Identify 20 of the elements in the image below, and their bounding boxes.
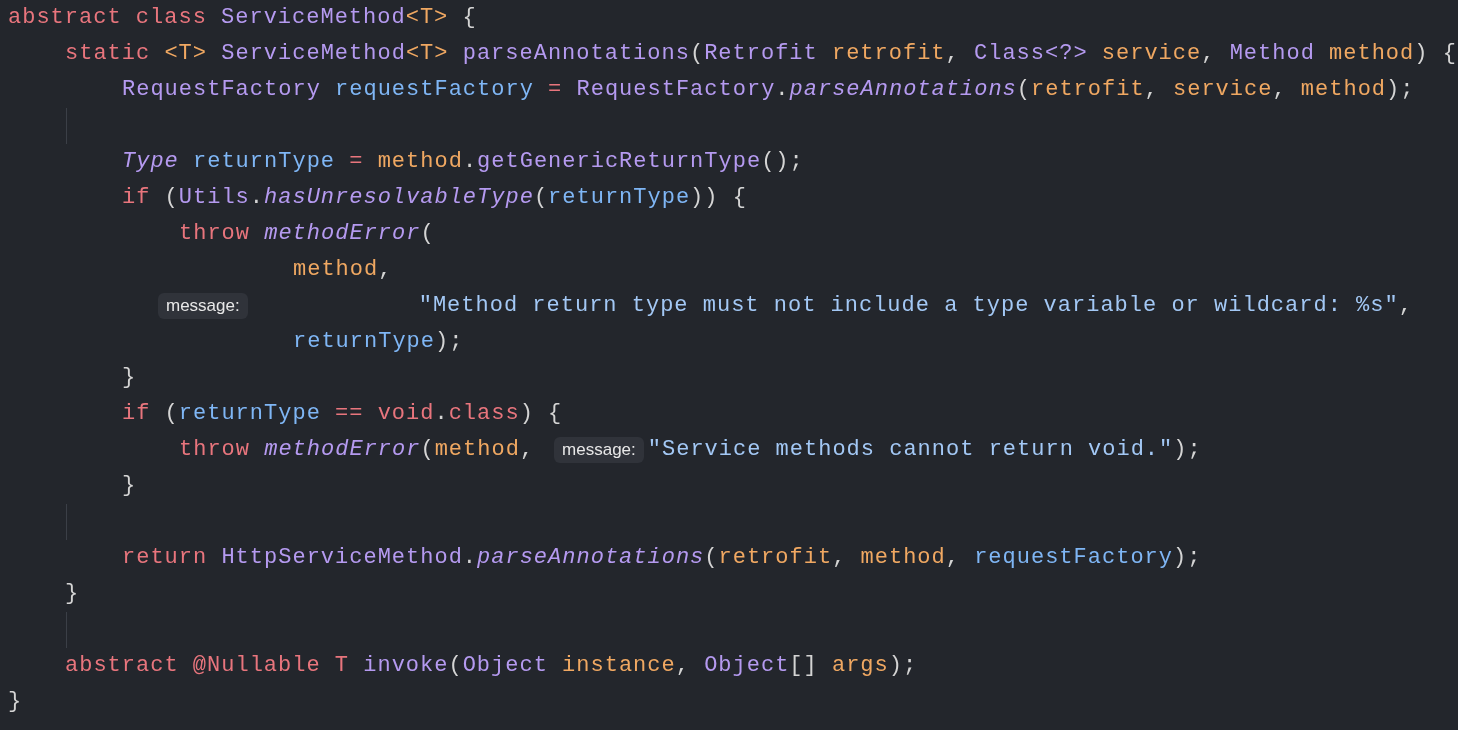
code-text: "Service methods cannot return void."); (647, 436, 1202, 464)
parameter-hint: message: (158, 293, 248, 319)
code-text: if (returnType == void.class) { (121, 400, 563, 428)
code-text: abstract @Nullable T invoke(Object instance, Object[] args); (64, 652, 918, 680)
code-text: abstract class ServiceMethod<T> { (8, 4, 477, 32)
code-text: returnType); (292, 328, 464, 356)
code-text: "Method return type must not include a type variable or wildcard: %s", (417, 292, 1413, 320)
code-text: throw methodError(method, (178, 436, 535, 464)
code-text: } (64, 580, 80, 608)
code-text: } (121, 472, 137, 500)
code-text: } (121, 364, 137, 392)
code-text: return HttpServiceMethod.parseAnnotations(retrofit, method, requestFactory); (121, 544, 1202, 572)
code-text: static <T> ServiceMethod<T> parseAnnotations(Retrofit retrofit, Class<?> service, Method method) { (64, 40, 1457, 68)
code-text: RequestFactory requestFactory = RequestFactory.parseAnnotations(retrofit, service, method); (121, 76, 1415, 104)
code-text: throw methodError( (178, 220, 435, 248)
code-text: Type returnType = method.getGenericReturnType(); (121, 148, 804, 176)
code-text: method, (292, 256, 393, 284)
code-text: } (8, 688, 23, 716)
parameter-hint: message: (554, 437, 644, 463)
code-text: if (Utils.hasUnresolvableType(returnType)) { (121, 184, 747, 212)
